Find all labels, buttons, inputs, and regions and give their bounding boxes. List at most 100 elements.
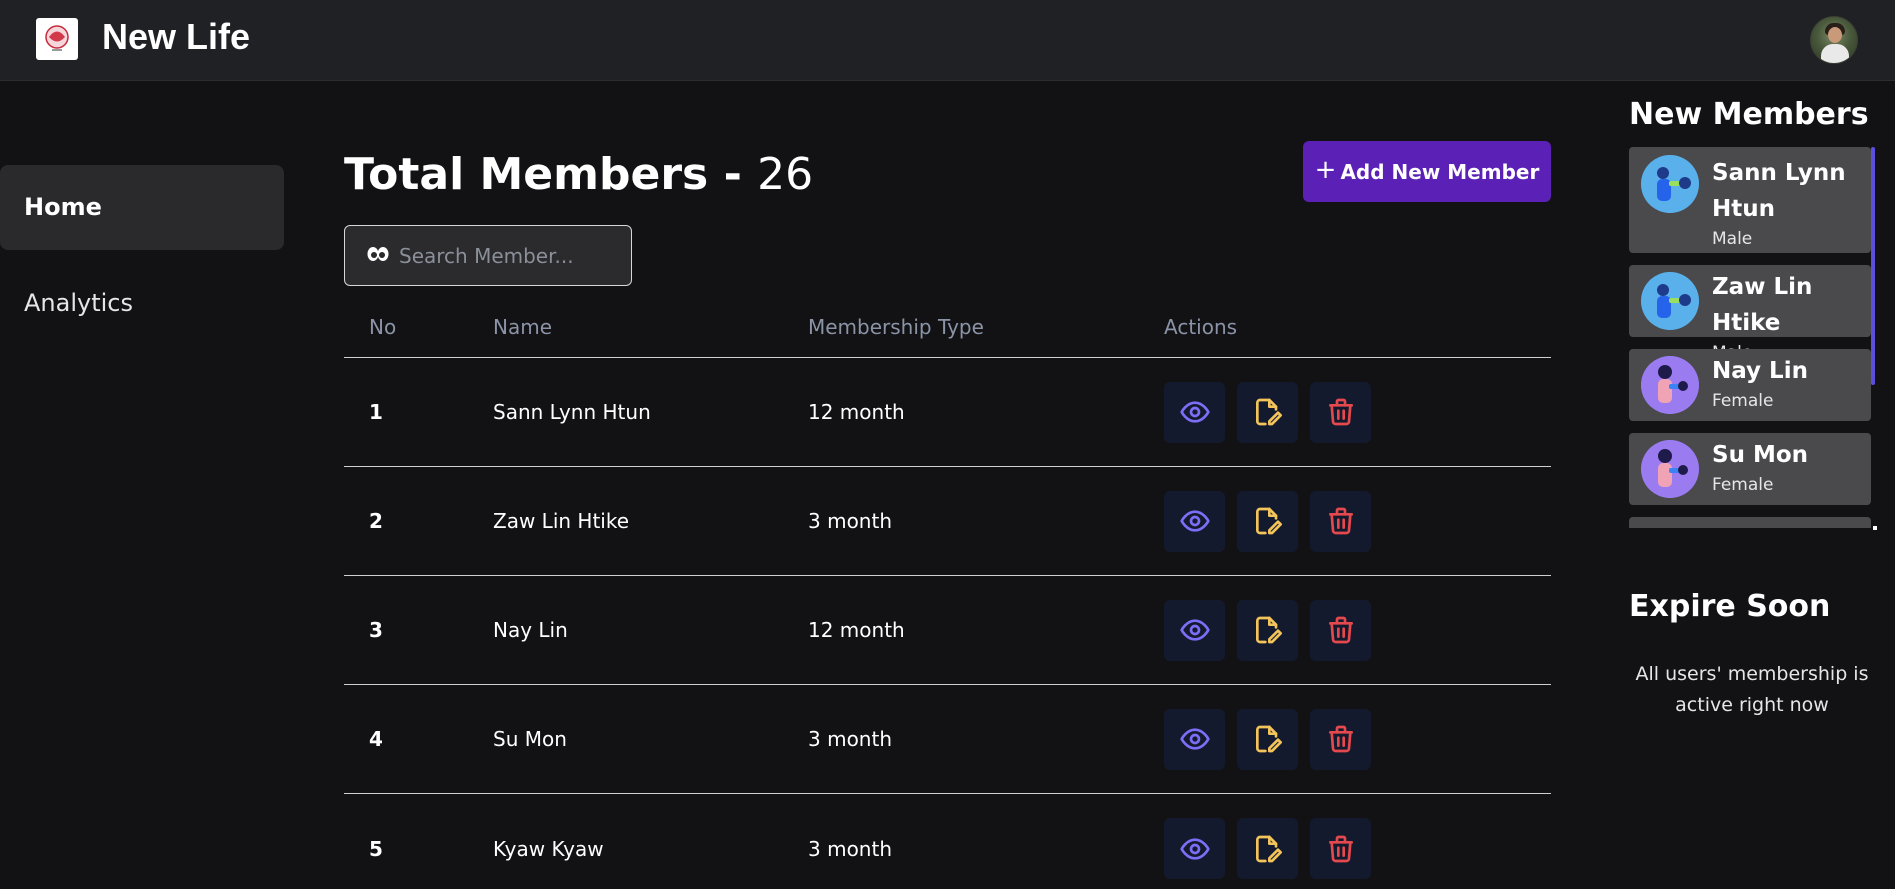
new-members-list[interactable]: Sann Lynn Htun Male Zaw Lin Htike Male N… (1629, 147, 1875, 528)
member-avatar (1641, 272, 1699, 330)
row-actions (1164, 490, 1551, 552)
new-members-title: New Members (1629, 97, 1869, 132)
edit-button[interactable] (1237, 490, 1298, 552)
eye-icon (1179, 619, 1210, 641)
member-name: Zaw Lin Htike (1712, 274, 1813, 336)
view-button[interactable] (1164, 708, 1225, 770)
eye-icon (1179, 510, 1210, 532)
member-name: Kyaw Kyaw (493, 836, 604, 861)
expire-soon-title: Expire Soon (1629, 589, 1831, 624)
sidebar-item-home[interactable]: Home (0, 165, 284, 250)
table-row: 1 Sann Lynn Htun 12 month (344, 358, 1551, 467)
edit-button[interactable] (1237, 599, 1298, 661)
row-actions (1164, 708, 1551, 770)
row-actions (1164, 599, 1551, 661)
membership-type: 12 month (808, 400, 905, 424)
row-number: 3 (369, 618, 383, 642)
trash-icon (1328, 616, 1353, 644)
trash-icon (1328, 507, 1353, 535)
row-number: 2 (369, 509, 383, 533)
edit-file-icon (1255, 507, 1282, 535)
edit-file-icon (1255, 835, 1282, 862)
column-header-no[interactable]: No (344, 315, 493, 339)
membership-type: 12 month (808, 618, 905, 642)
edit-file-icon (1255, 398, 1282, 426)
member-name: Sann Lynn Htun (493, 400, 651, 424)
delete-button[interactable] (1310, 599, 1371, 661)
member-gender: Female (1712, 391, 1774, 411)
trash-icon (1328, 398, 1353, 426)
member-name: Sann Lynn Htun (1712, 160, 1846, 222)
add-new-member-button[interactable]: + Add New Member (1303, 141, 1551, 202)
member-gender: Female (1712, 475, 1774, 495)
membership-type: 3 month (808, 836, 892, 861)
eye-icon (1179, 401, 1210, 423)
member-info: Nay Lin Female (1712, 353, 1868, 413)
member-info: Su Mon Female (1712, 437, 1868, 497)
edit-file-icon (1255, 616, 1282, 644)
delete-button[interactable] (1310, 708, 1371, 770)
new-member-card[interactable]: Zaw Lin Htike Male (1629, 265, 1871, 363)
row-number: 1 (369, 400, 383, 424)
member-gender: Male (1712, 229, 1753, 249)
view-button[interactable] (1164, 818, 1225, 879)
view-button[interactable] (1164, 381, 1225, 443)
trash-icon (1328, 835, 1353, 862)
member-avatar (1641, 356, 1699, 414)
main-content: Total Members - 26 + Add New Member No N… (344, 81, 1551, 889)
edit-button[interactable] (1237, 818, 1298, 879)
sidebar: Home Analytics (0, 165, 284, 357)
member-name: Su Mon (1712, 442, 1809, 468)
table-row: 2 Zaw Lin Htike 3 month (344, 467, 1551, 576)
delete-button[interactable] (1310, 490, 1371, 552)
plus-icon: + (1314, 155, 1337, 185)
edit-file-icon (1255, 725, 1282, 753)
member-avatar (1641, 155, 1699, 213)
expire-soon-message: All users' membership is active right no… (1635, 663, 1869, 716)
scroll-end-marker (1873, 526, 1877, 530)
member-info: Sann Lynn Htun Male (1712, 155, 1868, 251)
new-member-card-partial[interactable] (1629, 517, 1871, 528)
column-header-membership-type[interactable]: Membership Type (808, 315, 1164, 339)
members-table: No Name Membership Type Actions 1 Sann L… (344, 297, 1551, 889)
add-new-member-label: Add New Member (1340, 159, 1540, 184)
edit-button[interactable] (1237, 708, 1298, 770)
delete-button[interactable] (1310, 818, 1371, 879)
search-icon (367, 246, 389, 266)
page-title: Total Members - 26 (344, 149, 813, 200)
membership-type: 3 month (808, 727, 892, 751)
sidebar-item-analytics[interactable]: Analytics (0, 261, 284, 346)
edit-button[interactable] (1237, 381, 1298, 443)
table-row: 5 Kyaw Kyaw 3 month (344, 794, 1551, 889)
eye-icon (1179, 837, 1210, 860)
page-title-label: Total Members (344, 149, 709, 200)
new-members-scrollbar[interactable] (1871, 147, 1875, 385)
new-member-card[interactable]: Nay Lin Female (1629, 349, 1871, 421)
user-avatar[interactable] (1810, 16, 1858, 64)
total-members-count: 26 (757, 149, 814, 200)
new-member-card[interactable]: Su Mon Female (1629, 433, 1871, 505)
column-header-name[interactable]: Name (493, 315, 808, 339)
view-button[interactable] (1164, 599, 1225, 661)
app-name: New Life (102, 16, 251, 57)
search-input[interactable] (399, 243, 619, 268)
table-row: 4 Su Mon 3 month (344, 685, 1551, 794)
table-row: 3 Nay Lin 12 month (344, 576, 1551, 685)
search-box[interactable] (344, 225, 632, 286)
new-member-card[interactable]: Sann Lynn Htun Male (1629, 147, 1871, 253)
right-panel: New Members Sann Lynn Htun Male Zaw Lin … (1629, 81, 1895, 889)
membership-type: 3 month (808, 509, 892, 533)
view-button[interactable] (1164, 490, 1225, 552)
row-actions (1164, 818, 1551, 879)
member-avatar (1641, 440, 1699, 498)
top-bar: New Life (0, 0, 1895, 81)
member-name: Nay Lin (493, 618, 568, 642)
column-header-actions: Actions (1164, 315, 1238, 339)
trash-icon (1328, 725, 1353, 753)
table-header: No Name Membership Type Actions (344, 297, 1551, 358)
eye-icon (1179, 728, 1210, 750)
delete-button[interactable] (1310, 381, 1371, 443)
row-number: 4 (369, 727, 383, 751)
member-name: Zaw Lin Htike (493, 509, 630, 533)
gym-logo-icon[interactable] (36, 18, 78, 60)
